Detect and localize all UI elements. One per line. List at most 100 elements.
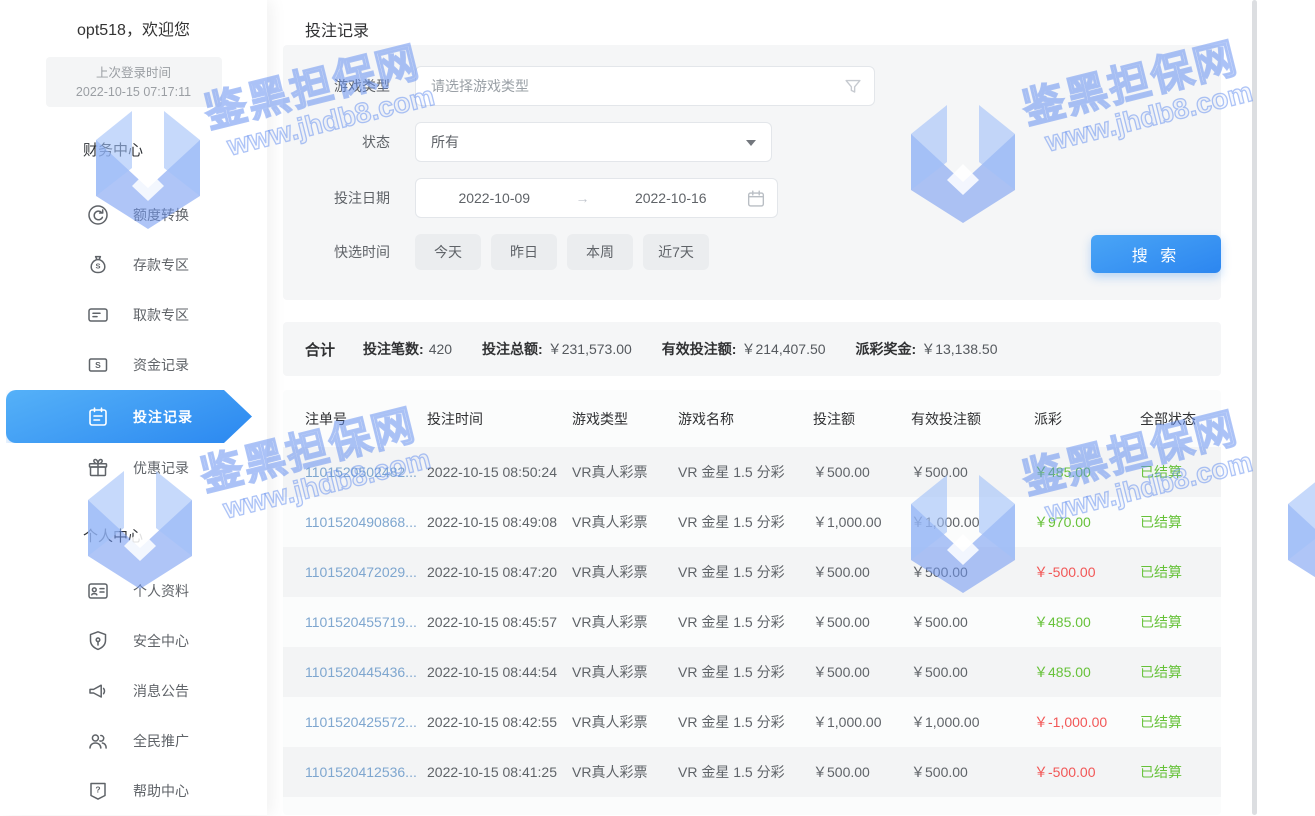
last-login-box: 上次登录时间 2022-10-15 07:17:11 — [46, 57, 222, 107]
order-id-link[interactable]: 1101520490868... — [305, 514, 427, 530]
game-type-cell: VR真人彩票 — [572, 462, 678, 482]
summary-value: ￥231,573.00 — [548, 341, 632, 357]
status-badge: 已结算 — [1140, 762, 1209, 782]
col-bet-amount: 投注额 — [813, 409, 911, 429]
bet-amount-cell: ￥500.00 — [813, 662, 911, 682]
col-valid-bet: 有效投注额 — [911, 409, 1034, 429]
summary-label: 有效投注额: — [662, 341, 737, 357]
bet-time-cell: 2022-10-15 08:47:20 — [427, 564, 572, 580]
summary-value: ￥13,138.50 — [921, 341, 997, 357]
security-shield-icon — [86, 629, 110, 653]
table-row: 1101520445436... 2022-10-15 08:44:54 VR真… — [283, 647, 1221, 697]
order-id-link[interactable]: 1101520412536... — [305, 764, 427, 780]
section-title-personal: 个人中心 — [83, 525, 267, 546]
valid-bet-cell: ￥500.00 — [911, 612, 1034, 632]
chevron-down-icon — [746, 140, 756, 146]
table-row: 1101520425572... 2022-10-15 08:42:55 VR真… — [283, 697, 1221, 747]
bet-amount-cell: ￥500.00 — [813, 612, 911, 632]
funnel-filter-icon[interactable] — [842, 76, 864, 101]
sidebar-item-withdraw[interactable]: 取款专区 — [0, 290, 267, 340]
table-row: 1101520472029... 2022-10-15 08:47:20 VR真… — [283, 547, 1221, 597]
filter-panel: 游戏类型 请选择游戏类型 状态 所有 投注日期 2022-10-09 → 202… — [283, 45, 1221, 300]
vertical-scrollbar[interactable] — [1252, 0, 1257, 815]
status-badge: 已结算 — [1140, 562, 1209, 582]
col-payout: 派彩 — [1034, 409, 1140, 429]
quick-btn-yesterday[interactable]: 昨日 — [491, 234, 557, 270]
bet-amount-cell: ￥500.00 — [813, 762, 911, 782]
bet-records-table: 注单号 投注时间 游戏类型 游戏名称 投注额 有效投注额 派彩 全部状态 110… — [283, 390, 1221, 815]
sidebar-item-funds-record[interactable]: S 资金记录 — [0, 340, 267, 390]
sidebar-item-bet-record[interactable]: 投注记录 — [0, 390, 267, 443]
calendar-icon — [745, 188, 767, 213]
sidebar-item-announcements[interactable]: 消息公告 — [0, 666, 267, 716]
payout-cell: ￥485.00 — [1034, 612, 1140, 632]
arrow-right-icon: → — [563, 190, 603, 206]
sidebar-item-security[interactable]: 安全中心 — [0, 616, 267, 666]
section-title-finance: 财务中心 — [83, 139, 267, 160]
summary-bar: 合计 投注笔数:420 投注总额:￥231,573.00 有效投注额:￥214,… — [283, 322, 1221, 376]
summary-bet-count: 投注笔数:420 — [363, 339, 452, 359]
payout-cell: ￥-500.00 — [1034, 562, 1140, 582]
valid-bet-cell: ￥500.00 — [911, 462, 1034, 482]
bet-record-calendar-icon — [86, 405, 110, 429]
deposit-bag-icon: S — [86, 253, 110, 277]
bet-time-cell: 2022-10-15 08:50:24 — [427, 464, 572, 480]
game-type-cell: VR真人彩票 — [572, 562, 678, 582]
sidebar-item-profile[interactable]: 个人资料 — [0, 566, 267, 616]
summary-value: ￥214,407.50 — [741, 341, 825, 357]
search-button[interactable]: 搜 索 — [1091, 235, 1221, 273]
bet-time-cell: 2022-10-15 08:42:55 — [427, 714, 572, 730]
bet-date-label: 投注日期 — [283, 188, 390, 208]
bet-amount-cell: ￥1,000.00 — [813, 512, 911, 532]
bet-amount-cell: ￥500.00 — [813, 562, 911, 582]
withdraw-card-icon — [86, 303, 110, 327]
personal-menu: 个人资料 安全中心 消息公告 全民推广 ? 帮助中心 — [0, 566, 267, 816]
payout-cell: ￥485.00 — [1034, 662, 1140, 682]
sidebar-item-label: 取款专区 — [133, 305, 189, 325]
svg-text:?: ? — [95, 785, 100, 795]
payout-cell: ￥485.00 — [1034, 462, 1140, 482]
valid-bet-cell: ￥500.00 — [911, 562, 1034, 582]
quick-btn-today[interactable]: 今天 — [415, 234, 481, 270]
order-id-link[interactable]: 1101520425572... — [305, 714, 427, 730]
last-login-time: 2022-10-15 07:17:11 — [46, 83, 222, 102]
summary-bet-total: 投注总额: ￥231,573.00 — [482, 339, 632, 359]
status-badge: 已结算 — [1140, 662, 1209, 682]
main-content: 投注记录 游戏类型 请选择游戏类型 状态 所有 投注日期 2022-10-09 … — [267, 0, 1315, 815]
sidebar-item-promotion[interactable]: 全民推广 — [0, 716, 267, 766]
sidebar-item-label: 全民推广 — [133, 731, 189, 751]
game-type-cell: VR真人彩票 — [572, 712, 678, 732]
sidebar-item-deposit[interactable]: S 存款专区 — [0, 240, 267, 290]
game-type-cell: VR真人彩票 — [572, 612, 678, 632]
page-title: 投注记录 — [305, 17, 369, 41]
game-type-cell: VR真人彩票 — [572, 512, 678, 532]
status-label: 状态 — [283, 132, 390, 152]
summary-label: 投注总额: — [482, 341, 543, 357]
table-row: 1101520455719... 2022-10-15 08:45:57 VR真… — [283, 597, 1221, 647]
order-id-link[interactable]: 1101520445436... — [305, 664, 427, 680]
date-start-value[interactable]: 2022-10-09 — [426, 190, 563, 206]
game-name-cell: VR 金星 1.5 分彩 — [678, 512, 813, 532]
svg-text:S: S — [95, 262, 100, 271]
sidebar-item-label: 存款专区 — [133, 255, 189, 275]
quick-btn-last-7-days[interactable]: 近7天 — [643, 234, 709, 270]
order-id-link[interactable]: 1101520455719... — [305, 614, 427, 630]
bet-amount-cell: ￥500.00 — [813, 462, 911, 482]
sidebar-item-promo-record[interactable]: 优惠记录 — [0, 443, 267, 493]
sidebar-item-label: 投注记录 — [133, 407, 193, 427]
sidebar-item-label: 优惠记录 — [133, 458, 189, 478]
table-row: 1101520490868... 2022-10-15 08:49:08 VR真… — [283, 497, 1221, 547]
funds-record-icon: S — [86, 353, 110, 377]
quick-btn-this-week[interactable]: 本周 — [567, 234, 633, 270]
sidebar: opt518，欢迎您 上次登录时间 2022-10-15 07:17:11 财务… — [0, 0, 267, 815]
order-id-link[interactable]: 1101520502482... — [305, 464, 427, 480]
date-end-value[interactable]: 2022-10-16 — [603, 190, 740, 206]
sidebar-item-help[interactable]: ? 帮助中心 — [0, 766, 267, 816]
promotion-people-icon — [86, 729, 110, 753]
date-range-picker[interactable]: 2022-10-09 → 2022-10-16 — [415, 178, 778, 218]
valid-bet-cell: ￥500.00 — [911, 662, 1034, 682]
sidebar-item-quota-transfer[interactable]: 额度转换 — [0, 190, 267, 240]
game-type-select[interactable]: 请选择游戏类型 — [415, 66, 875, 106]
status-select[interactable]: 所有 — [415, 122, 772, 162]
order-id-link[interactable]: 1101520472029... — [305, 564, 427, 580]
